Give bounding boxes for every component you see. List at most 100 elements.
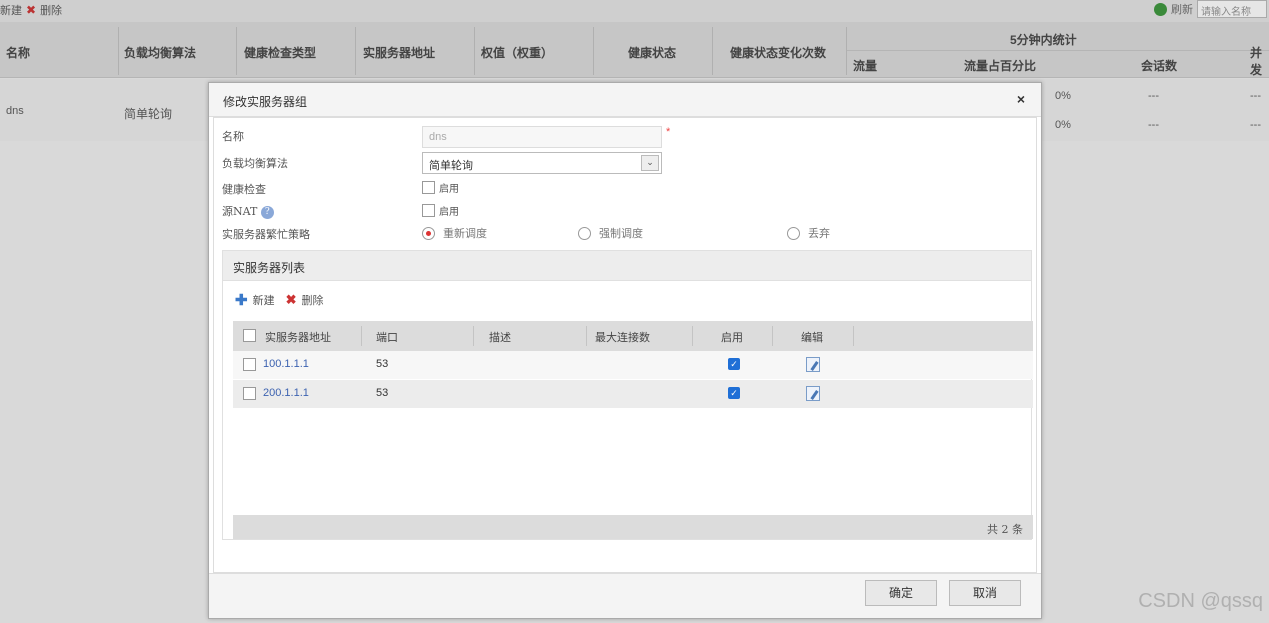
col-divider [846, 27, 847, 75]
toolbar-right: 刷新 请输入名称 [1154, 0, 1267, 18]
required-mark: * [666, 126, 671, 138]
col-health-type: 健康检查类型 [244, 46, 317, 60]
col-divider [692, 326, 693, 346]
algorithm-label: 负载均衡算法 [222, 157, 288, 170]
table-footer: 共 2 条 [233, 515, 1033, 539]
col-weight: 权值（权重） [481, 46, 554, 60]
snat-option: 启用 [422, 203, 459, 218]
col-divider [586, 326, 587, 346]
col-divider [473, 326, 474, 346]
col-divider [474, 27, 475, 75]
panel-title: 实服务器列表 [223, 251, 1031, 281]
radio-button[interactable] [578, 226, 591, 240]
col-enabled: 启用 [721, 331, 743, 344]
row-concurrent: --- [1250, 90, 1261, 102]
col-port: 端口 [376, 331, 398, 344]
snat-label-wrap: 源NAT ? [222, 203, 274, 219]
ok-button[interactable]: 确定 [865, 580, 937, 606]
watermark: CSDN @qssq [1138, 590, 1263, 612]
radio-button-selected[interactable] [422, 226, 435, 240]
row-sessions: --- [1148, 90, 1159, 102]
add-server-button[interactable]: 新建 [253, 292, 275, 308]
health-check-checkbox[interactable] [422, 181, 435, 194]
delete-icon: ✖ [285, 292, 297, 308]
table-row[interactable]: 200.1.1.1 53 ✓ [233, 380, 1033, 408]
col-divider [355, 27, 356, 75]
algorithm-selected-value: 简单轮询 [429, 159, 473, 172]
radio-reschedule[interactable]: 重新调度 [422, 225, 487, 241]
refresh-icon [1154, 2, 1167, 16]
col-divider [712, 27, 713, 75]
radio-label: 强制调度 [599, 227, 643, 240]
snat-option-label: 启用 [439, 207, 459, 218]
radio-force[interactable]: 强制调度 [578, 225, 643, 241]
col-traffic-pct: 流量占百分比 [964, 59, 1037, 73]
col-edit: 编辑 [801, 331, 823, 344]
health-check-option: 启用 [422, 180, 459, 195]
delete-server-button[interactable]: 删除 [301, 292, 323, 308]
health-check-option-label: 启用 [439, 184, 459, 195]
row-pct: 0% [1055, 119, 1071, 131]
col-server-addr: 实服务器地址 [363, 46, 436, 60]
panel-toolbar: ✚ 新建 ✖ 删除 [235, 291, 323, 309]
row-algorithm: 简单轮询 [124, 107, 173, 121]
new-button[interactable]: 新建 [0, 2, 22, 18]
col-maxconn: 最大连接数 [595, 331, 650, 344]
search-input[interactable]: 请输入名称 [1197, 0, 1267, 18]
dialog-header: 修改实服务器组 × [209, 83, 1041, 117]
col-traffic: 流量 [853, 59, 878, 73]
cancel-button[interactable]: 取消 [949, 580, 1021, 606]
select-all-checkbox[interactable] [243, 329, 256, 342]
name-input[interactable]: dns [422, 126, 662, 148]
health-check-label: 健康检查 [222, 183, 266, 196]
col-health-changes: 健康状态变化次数 [730, 46, 827, 60]
enabled-checkbox[interactable]: ✓ [728, 358, 740, 370]
col-divider [853, 326, 854, 346]
col-addr: 实服务器地址 [265, 331, 331, 344]
record-count: 共 2 条 [987, 523, 1023, 536]
col-desc: 描述 [489, 331, 511, 344]
dialog-body: 名称 dns * 负载均衡算法 简单轮询 ⌄ 健康检查 启用 源NAT ? 启用… [213, 117, 1037, 573]
edit-server-group-dialog: 修改实服务器组 × 名称 dns * 负载均衡算法 简单轮询 ⌄ 健康检查 启用… [208, 82, 1042, 619]
background-toolbar: 新建 ✖ 删除 刷新 请输入名称 [0, 0, 1269, 22]
edit-icon[interactable] [806, 357, 820, 372]
close-icon[interactable]: × [1017, 91, 1025, 107]
toolbar-left: 新建 ✖ 删除 [0, 2, 62, 18]
table-row[interactable]: 100.1.1.1 53 ✓ [233, 351, 1033, 379]
radio-drop[interactable]: 丢弃 [787, 225, 830, 241]
row-name-link[interactable]: dns [6, 105, 24, 117]
dialog-footer: 确定 取消 [209, 573, 1041, 618]
server-addr-link[interactable]: 200.1.1.1 [263, 387, 309, 399]
col-divider [593, 27, 594, 75]
col-divider [772, 326, 773, 346]
help-icon[interactable]: ? [260, 205, 274, 219]
row-sessions: --- [1148, 119, 1159, 131]
col-concurrent: 并发 [1250, 46, 1263, 77]
snat-checkbox[interactable] [422, 204, 435, 217]
col-divider [118, 27, 119, 75]
col-algorithm: 负载均衡算法 [124, 46, 197, 60]
server-addr-link[interactable]: 100.1.1.1 [263, 358, 309, 370]
row-checkbox[interactable] [243, 358, 256, 371]
delete-icon: ✖ [26, 3, 37, 17]
row-concurrent: --- [1250, 119, 1261, 131]
col-name: 名称 [6, 46, 31, 60]
col-stats-5min: 5分钟内统计 [1010, 33, 1077, 47]
col-sessions: 会话数 [1141, 59, 1178, 73]
algorithm-select[interactable]: 简单轮询 ⌄ [422, 152, 662, 174]
radio-button[interactable] [787, 226, 800, 240]
row-checkbox[interactable] [243, 387, 256, 400]
header-divider [847, 50, 1269, 51]
enabled-checkbox[interactable]: ✓ [728, 387, 740, 399]
snat-label: 源NAT [222, 205, 258, 218]
server-port: 53 [376, 358, 389, 370]
server-table-header: 实服务器地址 端口 描述 最大连接数 启用 编辑 [233, 321, 1033, 351]
edit-icon[interactable] [806, 386, 820, 401]
busy-policy-label: 实服务器繁忙策略 [222, 228, 310, 241]
col-divider [361, 326, 362, 346]
dialog-title: 修改实服务器组 [223, 95, 308, 109]
delete-button[interactable]: 删除 [40, 2, 62, 18]
chevron-down-icon[interactable]: ⌄ [641, 155, 659, 171]
col-divider [236, 27, 237, 75]
refresh-button[interactable]: 刷新 [1171, 1, 1193, 17]
